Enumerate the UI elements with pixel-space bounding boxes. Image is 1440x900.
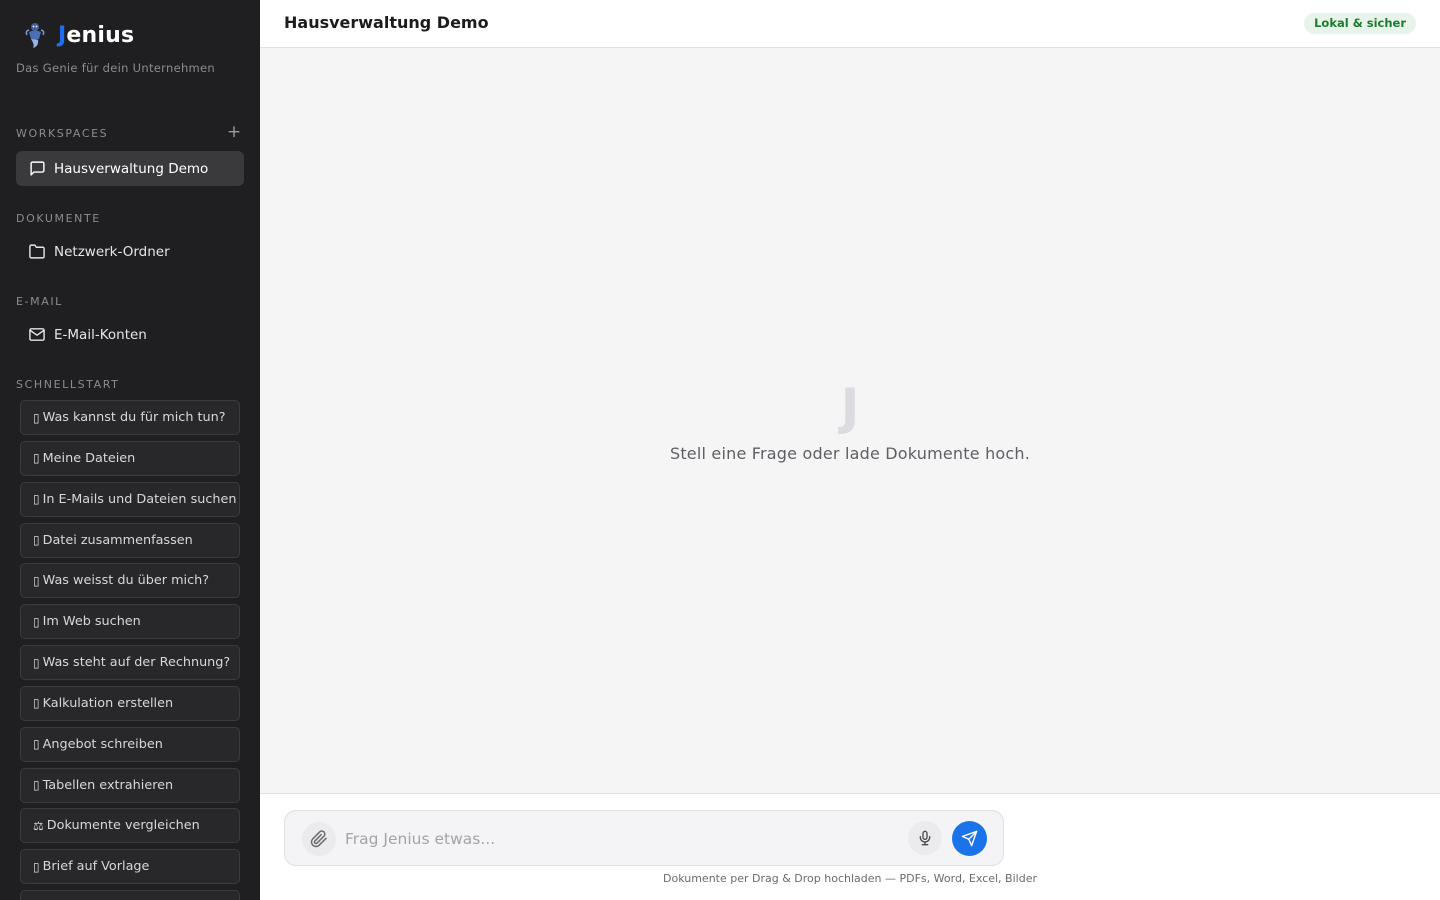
- sidebar-item-label: E-Mail-Konten: [54, 326, 147, 343]
- prompt-icon: ▯: [33, 533, 40, 548]
- folder-icon: [28, 243, 46, 261]
- paperclip-icon: [310, 830, 327, 848]
- sidebar: Jenius Das Genie für dein Unternehmen WO…: [0, 0, 260, 900]
- status-badge: Lokal & sicher: [1304, 13, 1416, 34]
- quickstart-label: SCHNELLSTART: [16, 378, 120, 391]
- workspace-item-hausverwaltung-demo[interactable]: Hausverwaltung Demo: [16, 151, 244, 186]
- quickstart-list: ▯ Was kannst du für mich tun? ▯ Meine Date…: [20, 400, 240, 900]
- quickstart-button[interactable]: ▯ Tabellen extrahieren: [20, 767, 240, 803]
- prompt-icon: ▯: [33, 859, 40, 874]
- top-bar: Hausverwaltung Demo Lokal & sicher: [260, 0, 1440, 48]
- chat-area: J Stell eine Frage oder lade Dokumente h…: [260, 48, 1440, 793]
- prompt-icon: ▯: [33, 696, 40, 711]
- email-label: E-MAIL: [16, 295, 63, 308]
- sidebar-item-email-accounts[interactable]: E-Mail-Konten: [16, 317, 244, 352]
- quickstart-button[interactable]: [20, 890, 240, 900]
- send-button[interactable]: [952, 821, 987, 856]
- send-icon: [961, 830, 978, 847]
- brand[interactable]: Jenius: [22, 20, 134, 50]
- prompt-icon: ▯: [33, 410, 40, 425]
- empty-state-text: Stell eine Frage oder lade Dokumente hoc…: [669, 444, 1031, 463]
- quickstart-label: Was kannst du für mich tun?: [42, 410, 226, 425]
- message-input[interactable]: [345, 825, 895, 853]
- prompt-icon: ▯: [33, 655, 40, 670]
- attach-button[interactable]: [302, 822, 336, 856]
- workspaces-label: WORKSPACES: [16, 127, 109, 140]
- quickstart-button[interactable]: ▯ Was weisst du über mich?: [20, 563, 240, 599]
- quickstart-label: Brief auf Vorlage: [42, 859, 150, 875]
- prompt-icon: ▯: [33, 614, 40, 629]
- microphone-icon: [919, 830, 931, 846]
- prompt-icon: ▯: [33, 573, 40, 588]
- quickstart-button[interactable]: ▯ Kalkulation erstellen: [20, 685, 240, 721]
- upload-hint: Dokumente per Drag & Drop hochladen — PD…: [663, 872, 1037, 885]
- quickstart-button[interactable]: ▯ Datei zusammenfassen: [20, 522, 240, 558]
- sidebar-item-network-folder[interactable]: Netzwerk-Ordner: [16, 234, 244, 269]
- prompt-icon: ▯: [33, 737, 40, 752]
- empty-state-logo: J: [840, 378, 860, 436]
- quickstart-button[interactable]: ▯ Was steht auf der Rechnung?: [20, 645, 240, 681]
- prompt-icon: ▯: [33, 451, 40, 466]
- quickstart-button[interactable]: ▯ Was kannst du für mich tun?: [20, 400, 240, 435]
- quickstart-button[interactable]: ▯ Meine Dateien: [20, 440, 240, 476]
- quickstart-label: Angebot schreiben: [42, 736, 163, 752]
- page-title: Hausverwaltung Demo: [284, 13, 489, 32]
- quickstart-button[interactable]: ▯ Angebot schreiben: [20, 726, 240, 762]
- workspace-item-label: Hausverwaltung Demo: [54, 160, 209, 177]
- prompt-icon: ▯: [33, 778, 40, 793]
- scales-icon: ⚖: [33, 818, 44, 833]
- quickstart-label: Tabellen extrahieren: [42, 777, 174, 793]
- quickstart-label: Meine Dateien: [42, 450, 136, 466]
- sidebar-item-label: Netzwerk-Ordner: [54, 243, 170, 260]
- mail-icon: [28, 326, 46, 344]
- add-workspace-button[interactable]: +: [226, 124, 242, 141]
- composer-area: Dokumente per Drag & Drop hochladen — PD…: [260, 793, 1440, 900]
- brand-name-rest: enius: [66, 22, 135, 48]
- quickstart-button[interactable]: ▯ Brief auf Vorlage: [20, 849, 240, 885]
- quickstart-label: In E-Mails und Dateien suchen: [42, 491, 237, 507]
- documents-label: DOKUMENTE: [16, 212, 101, 225]
- quickstart-button[interactable]: ▯ In E-Mails und Dateien suchen: [20, 481, 240, 517]
- chat-bubble-icon: [28, 160, 46, 178]
- quickstart-label: Im Web suchen: [42, 614, 141, 630]
- quickstart-label: Dokumente vergleichen: [46, 818, 200, 834]
- quickstart-label: Was weisst du über mich?: [42, 573, 210, 589]
- quickstart-label: Was steht auf der Rechnung?: [42, 655, 231, 671]
- quickstart-button[interactable]: ⚖ Dokumente vergleichen: [20, 808, 240, 844]
- message-composer: [284, 810, 1004, 866]
- quickstart-button[interactable]: ▯ Im Web suchen: [20, 604, 240, 640]
- brand-name: Jenius: [58, 23, 134, 48]
- voice-input-button[interactable]: [908, 821, 942, 855]
- quickstart-label: Kalkulation erstellen: [42, 695, 174, 711]
- prompt-icon: ▯: [33, 492, 40, 507]
- genie-logo-icon: [22, 20, 48, 50]
- brand-tagline: Das Genie für dein Unternehmen: [16, 61, 216, 75]
- quickstart-label: Datei zusammenfassen: [42, 532, 193, 548]
